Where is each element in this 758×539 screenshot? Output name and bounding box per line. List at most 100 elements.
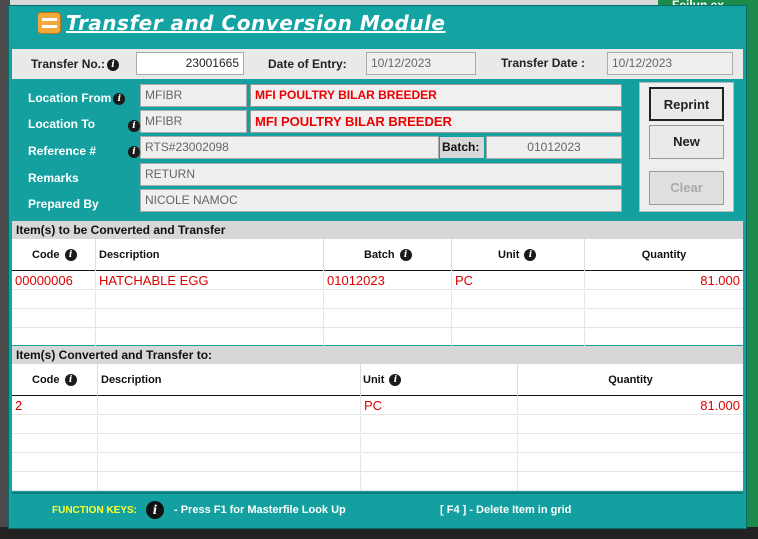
cell-description: HATCHABLE EGG bbox=[96, 272, 324, 290]
target-grid-header: Code i Description Unit i Quantity bbox=[12, 364, 743, 396]
cell-empty bbox=[98, 435, 361, 453]
col-code-header[interactable]: Code i bbox=[12, 239, 96, 271]
location-from-name: MFI POULTRY BILAR BREEDER bbox=[250, 84, 622, 107]
cell-empty bbox=[98, 473, 361, 491]
col-unit-header[interactable]: Unit i bbox=[361, 364, 518, 396]
table-row-empty[interactable] bbox=[12, 291, 743, 309]
col-code-header[interactable]: Code i bbox=[12, 364, 98, 396]
remarks-field[interactable]: RETURN bbox=[140, 163, 622, 186]
cell-empty bbox=[12, 329, 96, 347]
cell-empty bbox=[96, 291, 324, 309]
info-icon: i bbox=[389, 374, 402, 387]
reprint-button[interactable]: Reprint bbox=[649, 87, 724, 121]
table-row-empty[interactable] bbox=[12, 454, 743, 472]
location-from-code-field[interactable]: MFIBR bbox=[140, 84, 247, 107]
cell-empty bbox=[98, 416, 361, 434]
transfer-header-row: Transfer No.: i 23001665 Date of Entry: 1… bbox=[12, 49, 743, 79]
cell-empty bbox=[12, 454, 98, 472]
window-title: Transfer and Conversion Module bbox=[66, 11, 446, 35]
info-icon: i bbox=[64, 249, 77, 262]
f4-hint: [ F4 ] - Delete Item in grid bbox=[440, 504, 572, 516]
table-row[interactable]: 2 PC 81.000 bbox=[12, 397, 743, 415]
date-of-entry-label: Date of Entry: bbox=[268, 57, 347, 71]
location-to-label: Location To bbox=[28, 117, 96, 131]
transfer-date-field[interactable]: 10/12/2023 bbox=[607, 52, 733, 75]
new-button[interactable]: New bbox=[649, 125, 724, 159]
location-to-code-field[interactable]: MFIBR bbox=[140, 110, 247, 133]
info-icon: i bbox=[128, 146, 140, 158]
info-icon: i bbox=[399, 249, 412, 262]
cell-empty bbox=[324, 310, 452, 328]
f1-hint: - Press F1 for Masterfile Look Up bbox=[174, 504, 346, 516]
transfer-conversion-window: Transfer and Conversion Module Transfer … bbox=[8, 5, 747, 529]
source-items-grid: Code i Description Batch i Unit i Quanti… bbox=[12, 239, 743, 347]
info-icon: i bbox=[107, 58, 120, 71]
cell-empty bbox=[12, 416, 98, 434]
cell-empty bbox=[361, 416, 518, 434]
table-row-empty[interactable] bbox=[12, 416, 743, 434]
batch-field[interactable]: 01012023 bbox=[486, 136, 622, 159]
cell-empty bbox=[361, 454, 518, 472]
reference-label: Reference # bbox=[28, 144, 97, 158]
transfer-details-panel: Location From i MFIBR MFI POULTRY BILAR B… bbox=[12, 82, 743, 216]
cell-code: 00000006 bbox=[12, 272, 96, 290]
clear-button[interactable]: Clear bbox=[649, 171, 724, 205]
transfer-no-label: Transfer No.: i bbox=[31, 57, 120, 71]
col-description-header[interactable]: Description bbox=[98, 364, 361, 396]
col-unit-header[interactable]: Unit i bbox=[452, 239, 585, 271]
info-icon: i bbox=[146, 501, 164, 519]
target-grid-title: Item(s) Converted and Transfer to: bbox=[12, 346, 743, 364]
col-quantity-header[interactable]: Quantity bbox=[518, 364, 743, 396]
col-batch-header[interactable]: Batch i bbox=[324, 239, 452, 271]
table-row[interactable]: 00000006 HATCHABLE EGG 01012023 PC 81.00… bbox=[12, 272, 743, 290]
cell-quantity: 81.000 bbox=[700, 273, 740, 288]
cell-empty bbox=[452, 329, 585, 347]
title-bar: Transfer and Conversion Module bbox=[9, 6, 746, 38]
info-icon: i bbox=[128, 120, 140, 132]
col-quantity-header[interactable]: Quantity bbox=[585, 239, 743, 271]
cell-empty bbox=[98, 454, 361, 472]
table-row-empty[interactable] bbox=[12, 473, 743, 491]
cell-unit: PC bbox=[361, 397, 518, 415]
cell-code: 2 bbox=[12, 397, 98, 415]
cell-empty bbox=[452, 291, 585, 309]
cell-empty bbox=[324, 291, 452, 309]
cell-quantity: 81.000 bbox=[700, 398, 740, 413]
source-grid-header: Code i Description Batch i Unit i Quanti… bbox=[12, 239, 743, 271]
reference-field[interactable]: RTS#23002098 bbox=[140, 136, 439, 159]
table-row-empty[interactable] bbox=[12, 329, 743, 347]
transfer-no-field[interactable]: 23001665 bbox=[136, 52, 244, 75]
date-of-entry-field[interactable]: 10/12/2023 bbox=[366, 52, 476, 75]
location-from-label: Location From i bbox=[28, 91, 126, 105]
info-icon: i bbox=[524, 249, 537, 262]
cell-empty bbox=[12, 435, 98, 453]
cell-empty bbox=[361, 473, 518, 491]
transfer-date-label: Transfer Date : bbox=[501, 56, 586, 70]
cell-batch: 01012023 bbox=[324, 272, 452, 290]
target-items-grid: Code i Description Unit i Quantity 2 PC … bbox=[12, 364, 743, 491]
transfer-arrows-icon bbox=[37, 12, 61, 34]
cell-empty bbox=[96, 329, 324, 347]
cell-unit: PC bbox=[452, 272, 585, 290]
prepared-by-label: Prepared By bbox=[28, 197, 99, 211]
table-row-empty[interactable] bbox=[12, 435, 743, 453]
cell-description bbox=[98, 397, 361, 415]
info-icon: i bbox=[113, 92, 126, 105]
cell-empty bbox=[361, 435, 518, 453]
source-grid-title: Item(s) to be Converted and Transfer bbox=[12, 221, 743, 239]
cell-empty bbox=[12, 473, 98, 491]
cell-empty bbox=[12, 291, 96, 309]
location-to-name: MFI POULTRY BILAR BREEDER bbox=[250, 110, 622, 133]
col-description-header[interactable]: Description bbox=[96, 239, 324, 271]
function-keys-footer: FUNCTION KEYS: i - Press F1 for Masterfi… bbox=[12, 492, 743, 526]
function-keys-label: FUNCTION KEYS: bbox=[52, 505, 137, 516]
prepared-by-field[interactable]: NICOLE NAMOC bbox=[140, 189, 622, 212]
info-icon: i bbox=[64, 374, 77, 387]
cell-empty bbox=[452, 310, 585, 328]
cell-empty bbox=[12, 310, 96, 328]
action-buttons-panel: Reprint New Clear bbox=[639, 82, 734, 212]
table-row-empty[interactable] bbox=[12, 310, 743, 328]
cell-empty bbox=[96, 310, 324, 328]
cell-empty bbox=[324, 329, 452, 347]
batch-label: Batch: bbox=[440, 137, 484, 158]
